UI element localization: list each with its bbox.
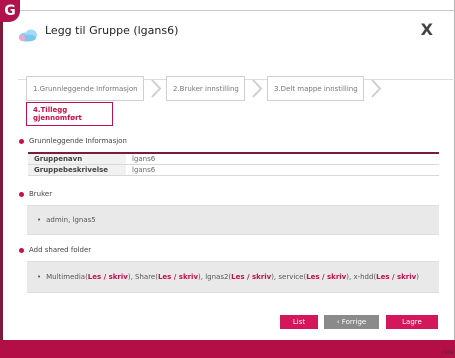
list-bullet: • <box>37 216 42 224</box>
previous-button[interactable]: ‹ Forrige <box>324 315 379 329</box>
users-box: • admin, lgnas5 <box>27 205 439 235</box>
chevron-right-icon <box>371 79 382 98</box>
folder-name: service <box>278 273 304 281</box>
list-button[interactable]: List <box>280 315 318 329</box>
users-heading: Bruker <box>19 190 52 198</box>
cloud-icon <box>19 29 37 42</box>
basic-info-heading: Grunnleggende Informasjon <box>19 137 127 145</box>
shared-folder-item: x-hdd(Les / skriv) <box>353 273 419 281</box>
folder-name: lgnas2 <box>205 273 229 281</box>
shared-folder-item: Multimedia(Les / skriv), <box>46 273 136 281</box>
folder-name: Multimedia <box>46 273 86 281</box>
shared-heading: Add shared folder <box>19 246 91 254</box>
step-2: 2.Bruker innstilling <box>166 76 245 101</box>
chevron-right-icon <box>252 79 263 98</box>
folder-permission: Les / skriv <box>376 273 417 281</box>
folder-permission: Les / skriv <box>231 273 272 281</box>
bottom-bar <box>0 340 455 358</box>
shared-folders-box: • Multimedia(Les / skriv), Share(Les / s… <box>27 261 439 293</box>
shared-folder-item: Share(Les / skriv), <box>135 273 206 281</box>
folder-name: x-hdd <box>353 273 374 281</box>
close-icon[interactable]: X <box>421 20 433 39</box>
users-list: admin, lgnas5 <box>46 216 96 224</box>
shared-folder-item: lgnas2(Les / skriv), <box>205 273 279 281</box>
folder-name: Share <box>135 273 156 281</box>
bullet-dot <box>19 138 24 144</box>
basic-info-table: Gruppenavn lgans6 Gruppebeskrivelse lgan… <box>28 152 439 176</box>
table-row: Gruppebeskrivelse lgans6 <box>28 164 439 176</box>
folder-permission: Les / skriv <box>87 273 128 281</box>
group-description-label: Gruppebeskrivelse <box>28 164 126 176</box>
step-4-current: 4.Tillegg gjennomført <box>26 102 113 126</box>
step-3: 3.Delt mappe innstilling <box>267 76 364 101</box>
bullet-dot <box>19 247 24 253</box>
table-row: Gruppenavn lgans6 <box>28 153 439 165</box>
users-heading-text: Bruker <box>29 190 53 198</box>
group-name-value: lgans6 <box>126 153 439 165</box>
group-name-label: Gruppenavn <box>28 153 126 165</box>
folder-permission: Les / skriv <box>157 273 199 281</box>
close-link[interactable]: clos <box>441 349 453 356</box>
save-button[interactable]: Lagre <box>386 315 438 329</box>
group-description-value: lgans6 <box>126 164 439 176</box>
shared-heading-text: Add shared folder <box>29 246 92 254</box>
list-bullet: • <box>37 273 42 281</box>
dialog-header <box>18 11 455 80</box>
chevron-right-icon <box>151 79 162 98</box>
shared-folder-item: service(Les / skriv), <box>278 273 354 281</box>
dialog-title: Legg til Gruppe (lgans6) <box>45 24 179 37</box>
bullet-dot <box>19 191 24 197</box>
basic-info-heading-text: Grunnleggende Informasjon <box>29 137 127 145</box>
folder-permission: Les / skriv <box>306 273 347 281</box>
step-1: 1.Grunnleggende Informasjon <box>26 76 144 101</box>
